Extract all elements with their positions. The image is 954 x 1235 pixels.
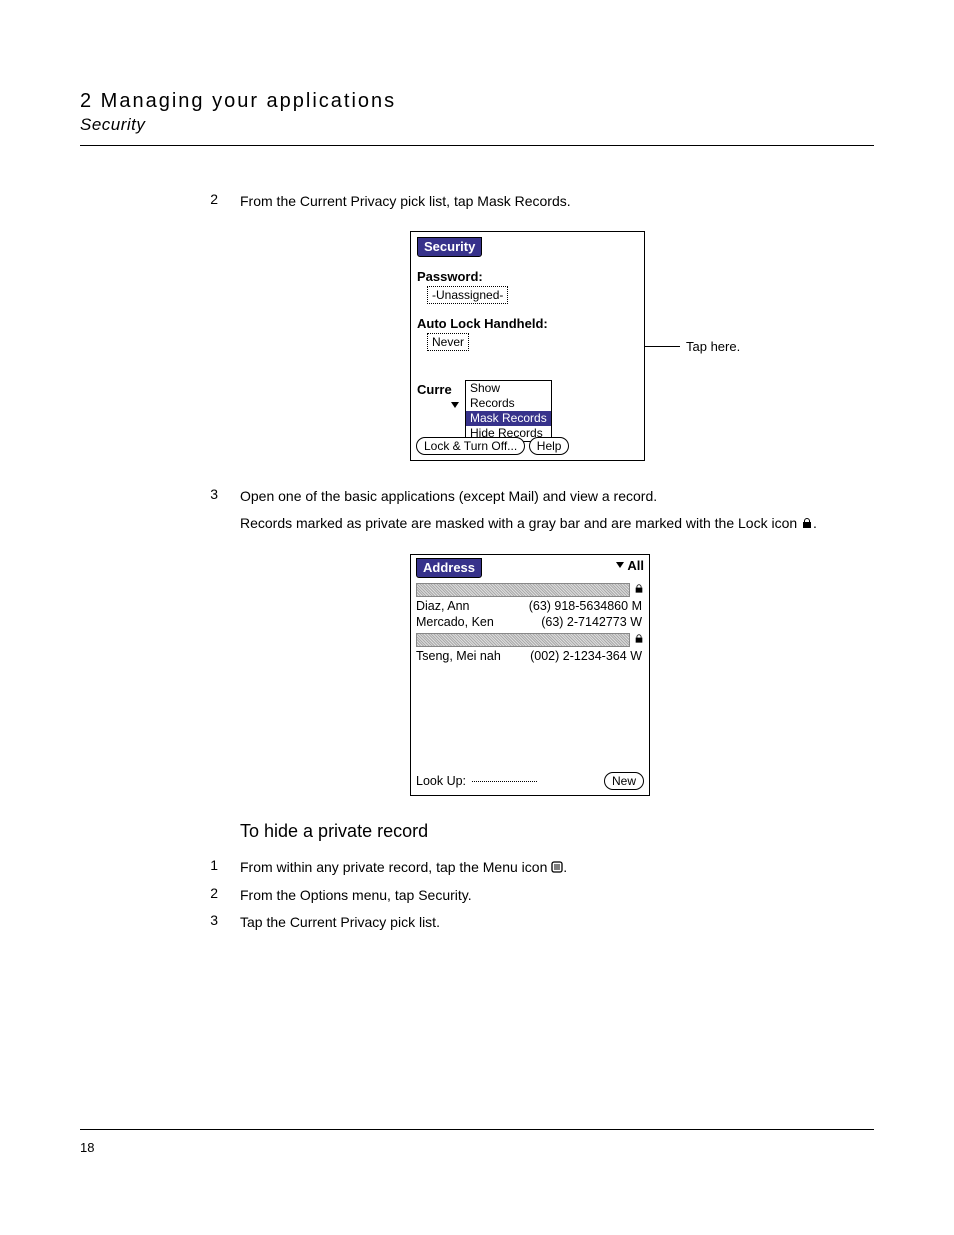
lock-icon [634,633,644,647]
step-number: 1 [80,857,240,879]
picklist-arrow-icon [451,398,459,413]
current-privacy-label-truncated: Curre [417,382,452,397]
password-label: Password: [417,269,638,284]
contact-phone-suffix: W [630,615,642,629]
chevron-down-icon [616,558,624,573]
step-text-tail: . [813,515,817,531]
new-button[interactable]: New [604,772,644,790]
contact-name: Tseng, Mei nah [416,649,501,665]
lookup-label: Look Up: [416,774,466,788]
contact-name: Diaz, Ann [416,599,470,615]
address-row[interactable]: Mercado, Ken (63) 2-7142773 W [416,615,644,631]
page-number: 18 [80,1140,94,1155]
security-screenshot: Security Password: -Unassigned- Auto Loc… [410,231,645,461]
subheading-hide-private: To hide a private record [240,821,874,842]
help-button[interactable]: Help [529,437,570,455]
address-row[interactable]: Diaz, Ann (63) 918-5634860 M [416,599,644,615]
autolock-value[interactable]: Never [427,333,469,351]
picklist-option-show[interactable]: Show Records [466,381,551,411]
step-text: Tap the Current Privacy pick list. [240,912,874,932]
lookup-input[interactable] [472,781,537,782]
callout-tap-here: Tap here. [686,339,740,354]
step-text: From the Current Privacy pick list, tap … [240,191,874,211]
section-title: Security [80,115,874,135]
contact-phone: (63) 918-5634860 [529,599,628,613]
step-text: From within any private record, tap the … [240,859,551,875]
chapter-title: 2 Managing your applications [80,90,874,113]
address-title-tab: Address [416,558,482,578]
address-screenshot: Address All Diaz, Ann (6 [410,554,650,796]
security-title-tab: Security [417,237,482,257]
header-rule [80,145,874,146]
picklist-option-mask[interactable]: Mask Records [466,411,551,426]
callout-line [645,346,680,347]
contact-name: Mercado, Ken [416,615,494,631]
step-number: 2 [80,885,240,905]
password-value[interactable]: -Unassigned- [427,286,508,304]
step-text-tail: . [563,859,567,875]
step-number: 2 [80,191,240,211]
step-number: 3 [80,912,240,932]
address-row[interactable]: Tseng, Mei nah (002) 2-1234-364 W [416,649,644,665]
contact-phone-suffix: W [630,649,642,663]
menu-icon [551,860,563,879]
step-number: 3 [80,486,240,506]
masked-record-row[interactable] [416,583,644,597]
step-text-cont: Records marked as private are masked wit… [240,515,801,531]
masked-record-row[interactable] [416,633,644,647]
contact-phone: (63) 2-7142773 [541,615,626,629]
footer-rule [80,1129,874,1130]
contact-phone-suffix: M [632,599,642,613]
step-text: Open one of the basic applications (exce… [240,486,874,506]
lock-icon [801,516,813,535]
category-dropdown[interactable]: All [616,558,644,573]
privacy-picklist[interactable]: Show Records Mask Records Hide Records [465,380,552,442]
lock-turn-off-button[interactable]: Lock & Turn Off... [416,437,525,455]
step-text: From the Options menu, tap Security. [240,885,874,905]
autolock-label: Auto Lock Handheld: [417,316,638,331]
contact-phone: (002) 2-1234-364 [530,649,627,663]
lock-icon [634,583,644,597]
